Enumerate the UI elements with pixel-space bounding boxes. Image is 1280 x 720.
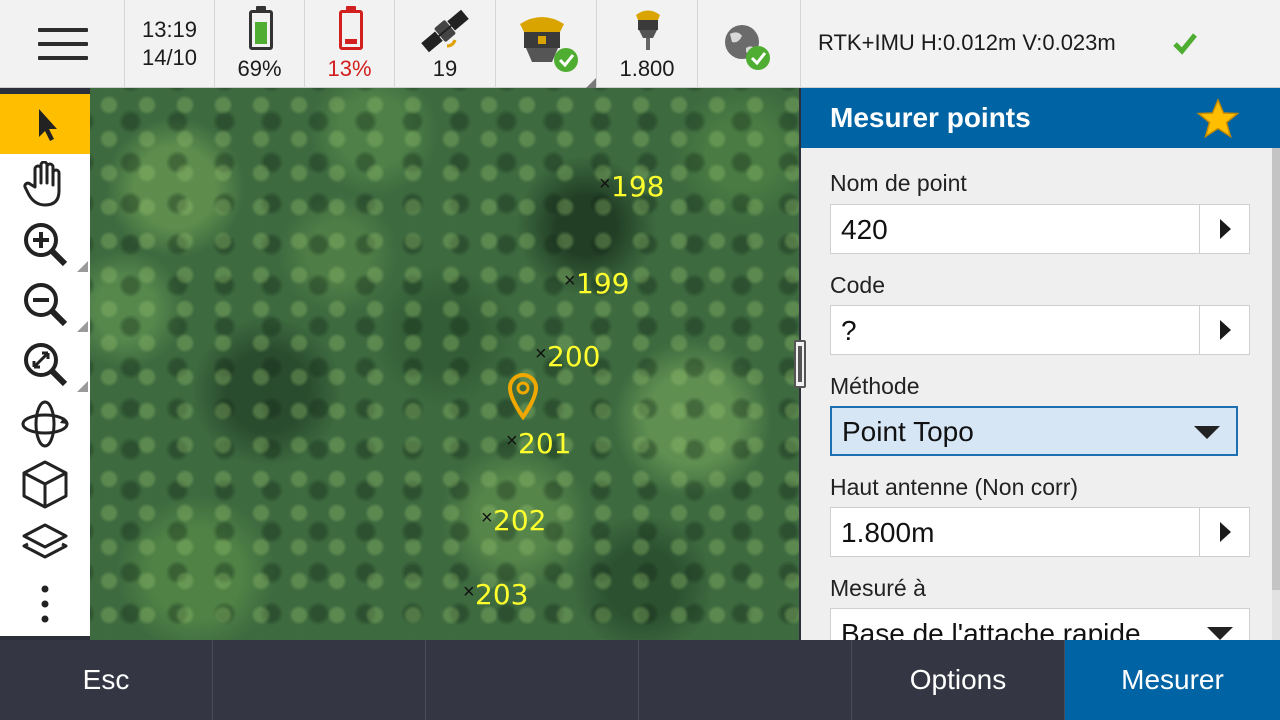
map-toolbar xyxy=(0,94,90,636)
antenna-height-label: Haut antenne (Non corr) xyxy=(830,474,1079,500)
zoom-extents-button[interactable] xyxy=(0,334,90,394)
softkey-empty xyxy=(639,640,852,720)
point-cross-icon: × xyxy=(564,270,576,292)
status-date: 14/10 xyxy=(141,45,198,70)
point-cross-icon: × xyxy=(535,343,547,365)
options-button[interactable]: Options xyxy=(852,640,1065,720)
point-cross-icon: × xyxy=(506,430,518,452)
point-label: 202 xyxy=(493,504,547,537)
antenna-height-value: 1.800 xyxy=(619,56,675,81)
3d-view-button[interactable] xyxy=(0,454,90,514)
panel-title: Mesurer points xyxy=(830,102,1031,133)
point-name-label: Nom de point xyxy=(830,170,967,196)
antenna-height-field[interactable]: 1.800m xyxy=(830,507,1250,557)
dropdown-caret-icon xyxy=(1207,627,1233,640)
point-name-value: 420 xyxy=(841,214,888,245)
clock-button[interactable]: 13:19 14/10 xyxy=(125,0,215,88)
antenna-height-field-value: 1.800m xyxy=(841,517,935,548)
method-value: Point Topo xyxy=(842,416,974,447)
measure-points-panel: Mesurer points Nom de point 420 Code ? M… xyxy=(801,88,1280,640)
softkey-empty xyxy=(213,640,426,720)
measured-to-value: Base de l'attache rapide xyxy=(841,618,1141,640)
status-bar: 13:19 14/10 69% 13% 19 1.800 RTK+IMU H:0… xyxy=(0,0,1280,88)
point-cross-icon: × xyxy=(463,581,475,603)
zoom-extents-icon xyxy=(24,343,68,387)
controller-battery-button[interactable]: 69% xyxy=(215,0,305,88)
antenna-height-options-button[interactable] xyxy=(1199,508,1249,556)
code-options-button[interactable] xyxy=(1199,306,1249,354)
coordinate-system-button[interactable] xyxy=(698,0,801,88)
receiver-battery-level: 13% xyxy=(327,56,372,81)
current-position-pin-icon xyxy=(507,373,539,421)
scrollbar-thumb[interactable] xyxy=(1272,148,1280,590)
pan-tool-button[interactable] xyxy=(0,154,90,214)
caret-right-icon xyxy=(1219,219,1231,239)
menu-button[interactable] xyxy=(0,0,125,88)
point-cross-icon: × xyxy=(599,173,611,195)
select-arrow-icon xyxy=(39,109,57,141)
satellites-button[interactable]: 19 xyxy=(395,0,496,88)
status-time: 13:19 xyxy=(141,17,198,42)
softkey-bar: Esc Options Mesurer xyxy=(0,640,1280,720)
code-label: Code xyxy=(830,272,885,298)
map-view[interactable]: × 198 × 199 × 200 × 201 × 202 × 203 xyxy=(90,88,799,640)
zoom-in-icon xyxy=(24,223,68,267)
orbit-button[interactable] xyxy=(0,394,90,454)
measure-button[interactable]: Mesurer xyxy=(1065,640,1280,720)
antenna-height-button[interactable]: 1.800 xyxy=(597,0,698,88)
favorite-star-icon[interactable] xyxy=(1196,98,1240,140)
esc-button[interactable]: Esc xyxy=(0,640,213,720)
method-dropdown[interactable]: Point Topo xyxy=(830,406,1238,456)
code-value: ? xyxy=(841,315,857,346)
receiver-battery-button[interactable]: 13% xyxy=(305,0,395,88)
measured-to-dropdown[interactable]: Base de l'attache rapide xyxy=(830,608,1250,640)
point-name-field[interactable]: 420 xyxy=(830,204,1250,254)
point-name-options-button[interactable] xyxy=(1199,205,1249,253)
caret-right-icon xyxy=(1219,522,1231,542)
softkey-empty xyxy=(426,640,639,720)
orbit-icon xyxy=(21,400,69,448)
select-tool-button[interactable] xyxy=(0,94,90,154)
antenna-receiver-icon xyxy=(636,10,660,50)
satellite-icon xyxy=(421,9,469,53)
measured-to-label: Mesuré à xyxy=(830,575,926,601)
zoom-in-button[interactable] xyxy=(0,214,90,274)
point-label: 201 xyxy=(518,427,572,460)
cube-icon xyxy=(22,460,68,509)
satellite-count: 19 xyxy=(432,56,458,81)
zoom-out-button[interactable] xyxy=(0,274,90,334)
point-cross-icon: × xyxy=(481,507,493,529)
point-label: 203 xyxy=(475,578,529,611)
pan-hand-icon xyxy=(23,161,61,207)
receiver-status-button[interactable] xyxy=(496,0,597,88)
controller-battery-level: 69% xyxy=(237,56,282,81)
method-label: Méthode xyxy=(830,373,920,399)
panel-resize-handle[interactable] xyxy=(794,340,806,388)
more-vertical-icon xyxy=(41,585,49,623)
layers-icon xyxy=(22,523,68,559)
code-field[interactable]: ? xyxy=(830,305,1250,355)
layers-button[interactable] xyxy=(0,514,90,574)
position-precision[interactable]: RTK+IMU H:0.012m V:0.023m xyxy=(818,30,1116,56)
panel-header: Mesurer points xyxy=(801,88,1280,148)
more-tools-button[interactable] xyxy=(0,574,90,634)
point-label: 199 xyxy=(576,267,630,300)
zoom-out-icon xyxy=(24,283,68,327)
gnss-receiver-icon xyxy=(520,17,578,72)
globe-check-icon xyxy=(725,25,770,70)
point-label: 198 xyxy=(611,170,665,203)
check-icon xyxy=(1173,33,1197,55)
dropdown-caret-icon xyxy=(1194,426,1220,439)
point-label: 200 xyxy=(547,340,601,373)
caret-right-icon xyxy=(1219,320,1231,340)
